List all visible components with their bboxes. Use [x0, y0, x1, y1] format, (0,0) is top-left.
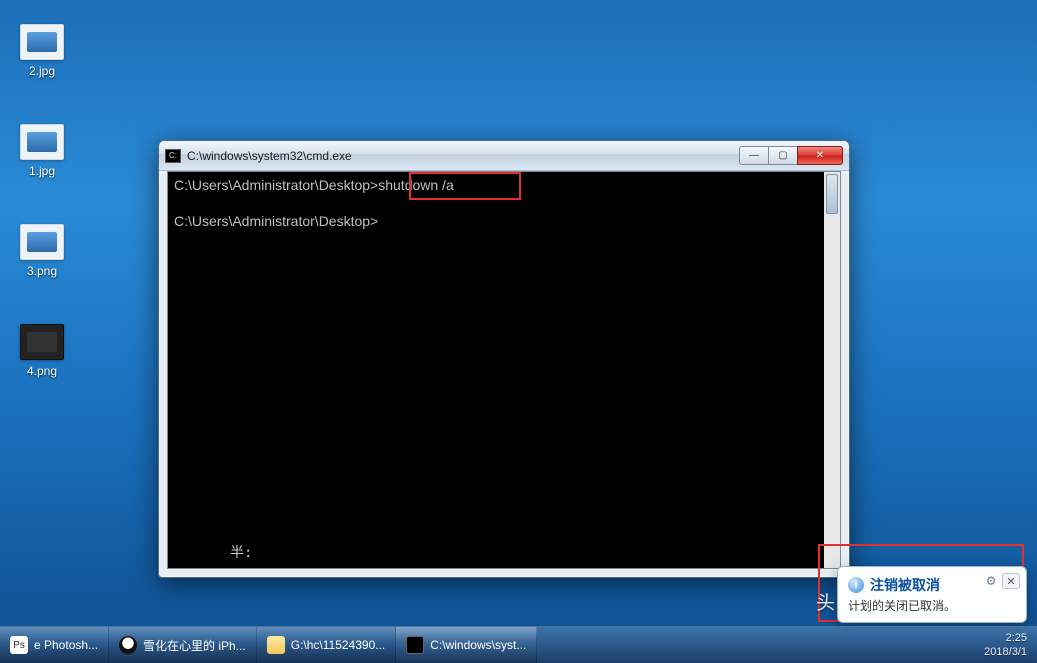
maximize-button[interactable]: ▢ [768, 146, 798, 165]
cmd-icon [406, 636, 424, 654]
info-icon: i [848, 577, 864, 593]
desktop-icon[interactable]: 2.jpg [4, 24, 80, 78]
desktop-icon[interactable]: 3.png [4, 224, 80, 278]
taskbar[interactable]: Ps e Photosh... 雪化在心里的 iPh... G:\hc\1152… [0, 626, 1037, 663]
scrollbar[interactable] [824, 172, 840, 568]
balloon-body: 计划的关闭已取消。 [848, 597, 1016, 614]
desktop-icon[interactable]: 1.jpg [4, 124, 80, 178]
window-title: C:\windows\system32\cmd.exe [187, 149, 734, 163]
close-icon[interactable]: ✕ [1002, 573, 1020, 589]
taskbar-item[interactable]: C:\windows\syst... [396, 627, 537, 663]
taskbar-item-label: C:\windows\syst... [430, 638, 526, 652]
tray-clock[interactable]: 2:25 2018/3/1 [984, 631, 1027, 659]
taskbar-item[interactable]: Ps e Photosh... [0, 627, 109, 663]
scrollbar-thumb[interactable] [826, 174, 838, 214]
balloon-title: 注销被取消 [870, 575, 940, 595]
desktop-icon-label: 4.png [4, 364, 80, 378]
desktop-icon-label: 1.jpg [4, 164, 80, 178]
cmd-window[interactable]: C: C:\windows\system32\cmd.exe — ▢ ✕ C:\… [158, 140, 850, 578]
minimize-button[interactable]: — [739, 146, 769, 165]
desktop-icon[interactable]: 4.png [4, 324, 80, 378]
settings-icon[interactable]: ⚙ [984, 574, 998, 588]
folder-icon [267, 636, 285, 654]
taskbar-item-label: 雪化在心里的 iPh... [143, 637, 246, 654]
terminal-area[interactable]: C:\Users\Administrator\Desktop>shutdown … [167, 171, 841, 569]
prompt: C:\Users\Administrator\Desktop> [174, 213, 378, 229]
close-button[interactable]: ✕ [797, 146, 843, 165]
desktop-icon-label: 3.png [4, 264, 80, 278]
taskbar-item-label: G:\hc\11524390... [291, 638, 386, 652]
taskbar-item[interactable]: G:\hc\11524390... [257, 627, 397, 663]
system-tray[interactable]: 2:25 2018/3/1 [974, 627, 1037, 663]
ime-indicator: 半: [230, 542, 252, 562]
taskbar-item[interactable]: 雪化在心里的 iPh... [109, 627, 257, 663]
notification-balloon[interactable]: ⚙ ✕ i 注销被取消 计划的关闭已取消。 [837, 566, 1027, 623]
tray-time: 2:25 [984, 631, 1027, 645]
cmd-icon: C: [165, 149, 181, 163]
taskbar-item-label: e Photosh... [34, 638, 98, 652]
titlebar[interactable]: C: C:\windows\system32\cmd.exe — ▢ ✕ [159, 141, 849, 171]
qq-icon [119, 636, 137, 654]
desktop-icon-label: 2.jpg [4, 64, 80, 78]
app-icon: Ps [10, 636, 28, 654]
command-text: shutdown /a [378, 177, 454, 193]
tray-date: 2018/3/1 [984, 645, 1027, 659]
prompt: C:\Users\Administrator\Desktop> [174, 177, 378, 193]
